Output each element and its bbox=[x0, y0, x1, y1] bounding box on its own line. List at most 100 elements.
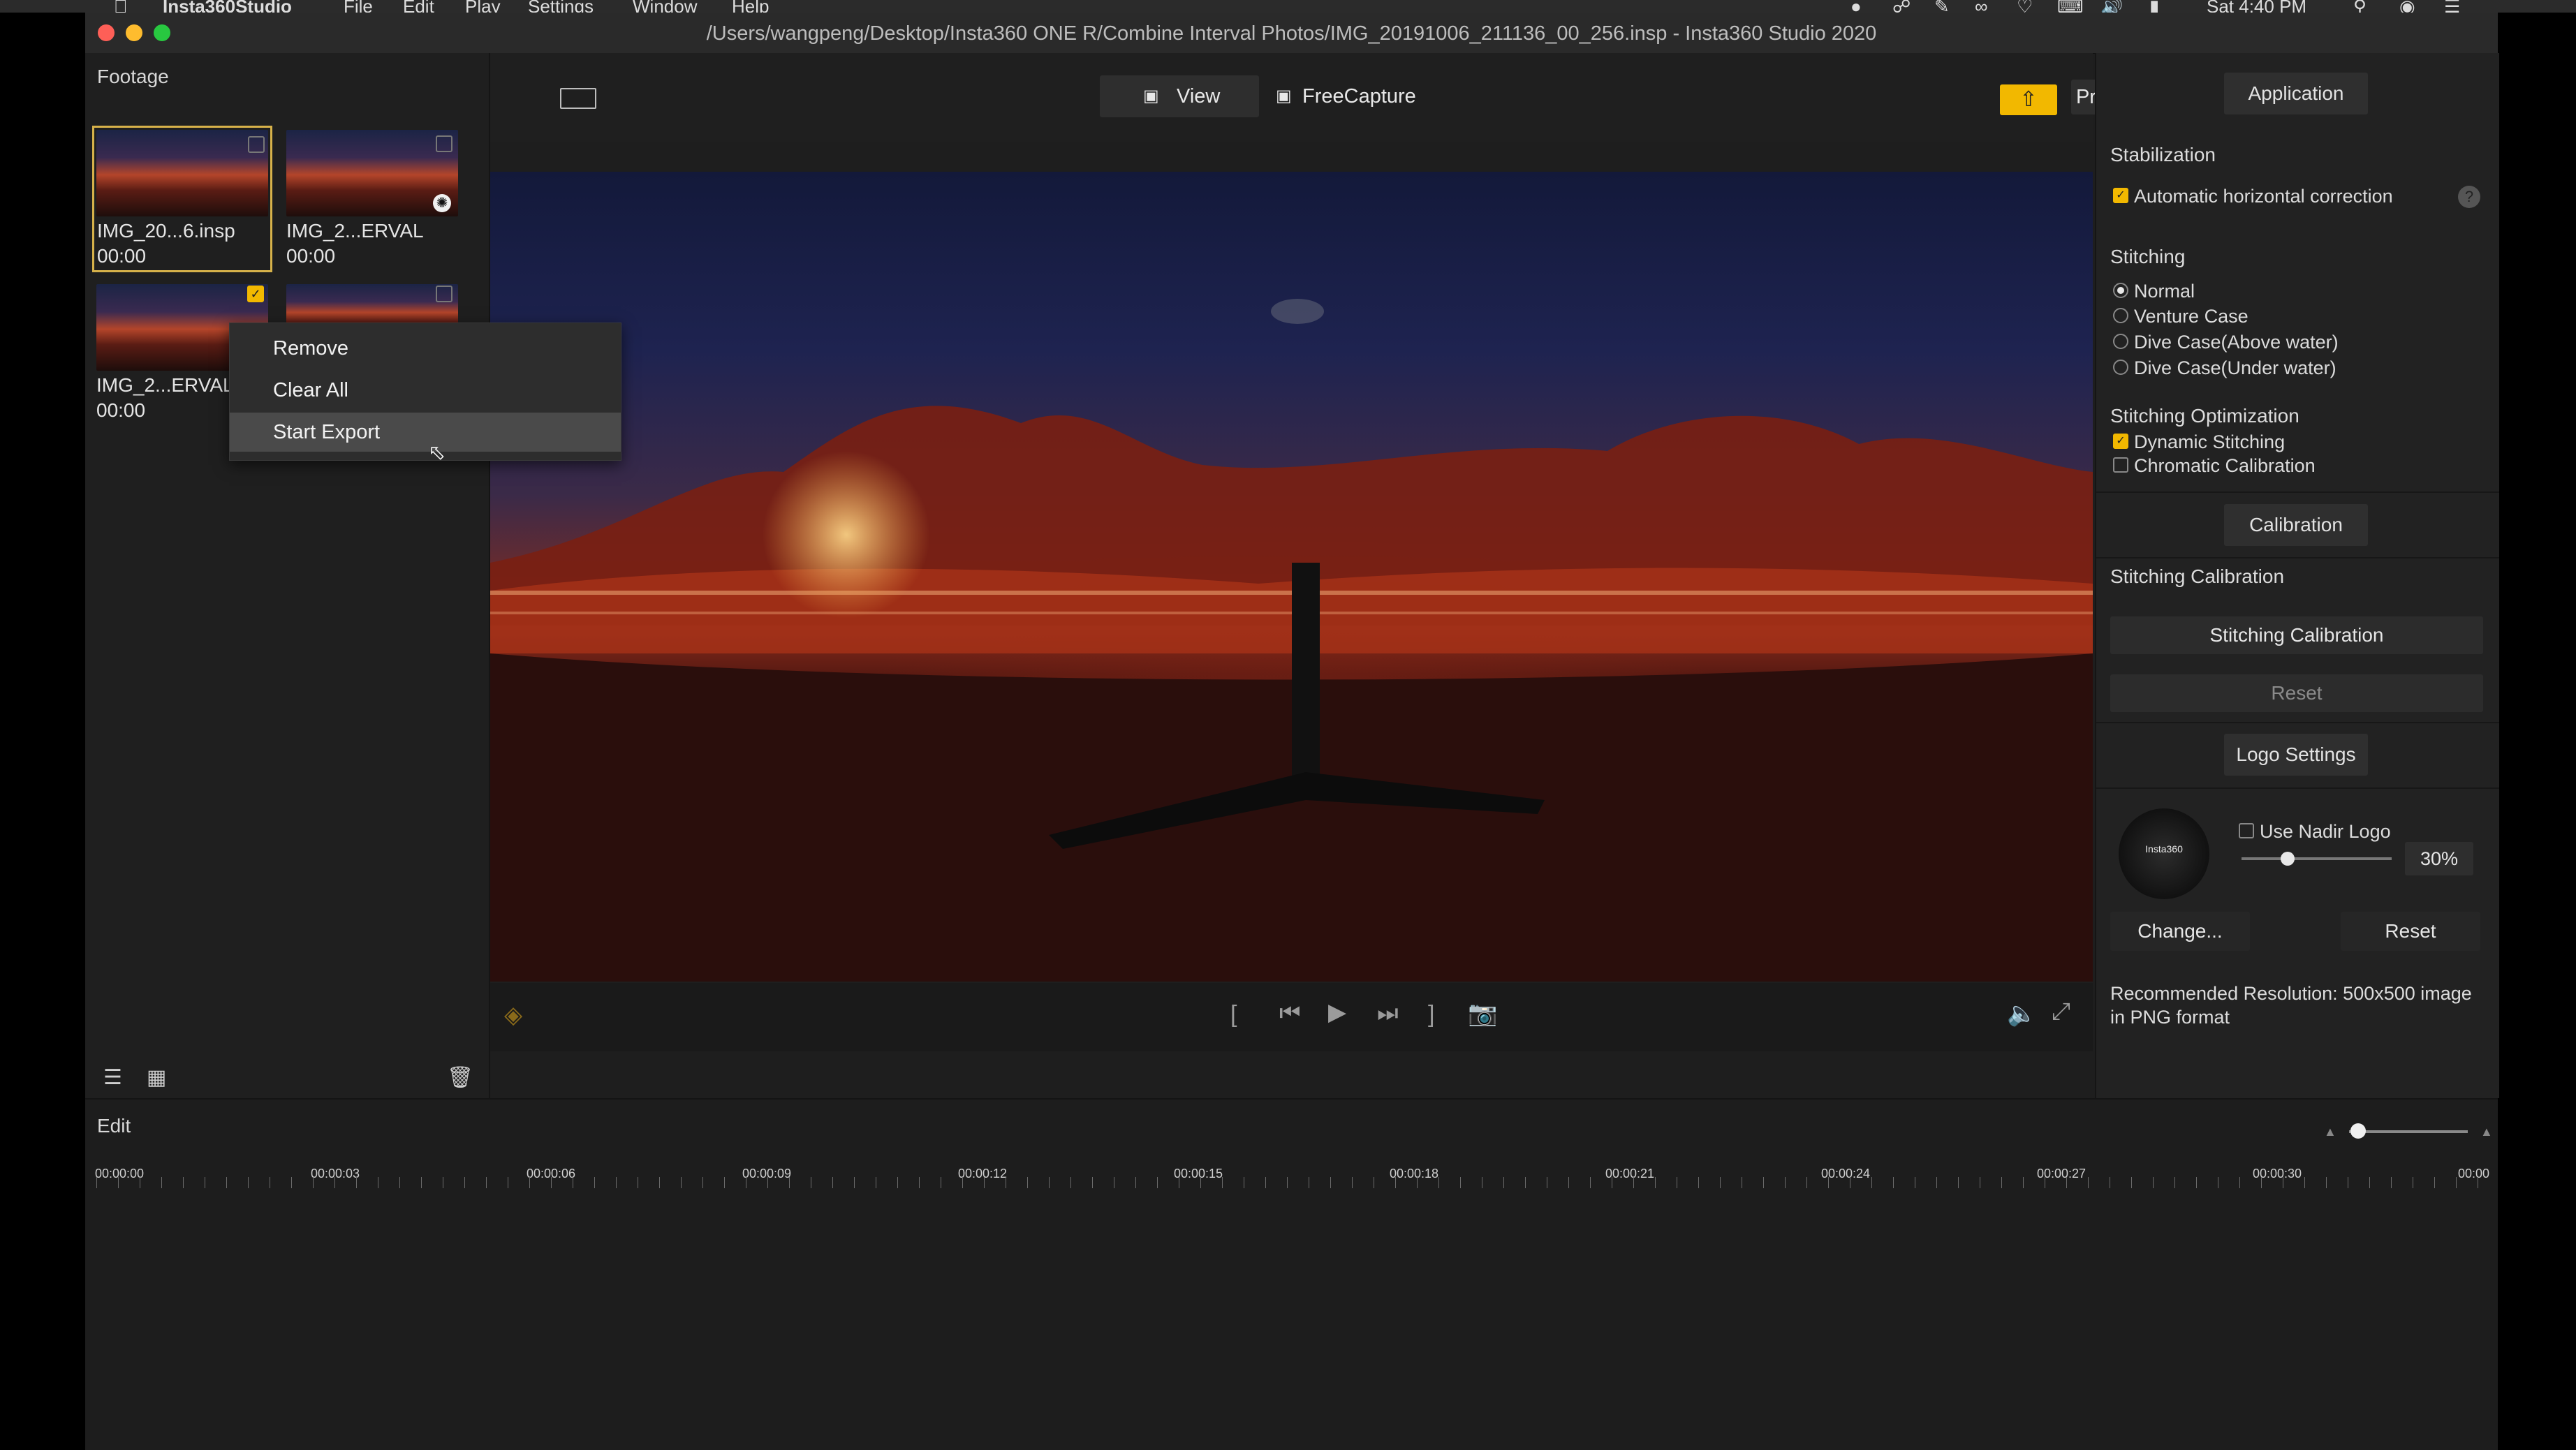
chromatic-calibration-checkbox[interactable]: Chromatic Calibration bbox=[2113, 455, 2316, 477]
edit-label: Edit bbox=[97, 1115, 131, 1137]
stitching-normal-radio[interactable]: Normal bbox=[2113, 281, 2195, 302]
footage-checkbox[interactable] bbox=[436, 135, 452, 152]
checkbox-label: Chromatic Calibration bbox=[2134, 455, 2316, 476]
footage-thumbnail bbox=[96, 130, 268, 216]
play-icon[interactable]: ▶ bbox=[1328, 998, 1346, 1026]
timeline-zoom-slider-handle[interactable] bbox=[2350, 1123, 2366, 1139]
footage-panel: Footage IMG_20...6.insp 00:00 ✺ IMG_2...… bbox=[85, 53, 490, 1098]
window-title: /Users/wangpeng/Desktop/Insta360 ONE R/C… bbox=[706, 22, 1877, 45]
macos-menu-bar:  Insta360Studio File Edit Play Settings… bbox=[0, 0, 2576, 17]
stitching-calibration-label: Stitching Calibration bbox=[2110, 565, 2285, 587]
menu-item-label: Start Export bbox=[273, 421, 381, 443]
trash-icon[interactable]: 🗑 bbox=[447, 1065, 473, 1090]
next-icon[interactable]: ⏭ bbox=[1377, 1000, 1399, 1027]
menu-item-remove[interactable]: Remove bbox=[230, 329, 621, 368]
menu-item-start-export[interactable]: Start Export bbox=[230, 413, 621, 452]
menu-item-clear-all[interactable]: Clear All bbox=[230, 371, 621, 410]
mouse-cursor-icon: ⬁ bbox=[428, 441, 446, 464]
panorama-preview[interactable] bbox=[490, 172, 2093, 982]
dynamic-stitching-checkbox[interactable]: ✓ Dynamic Stitching bbox=[2113, 431, 2285, 453]
keyframe-icon[interactable]: ◈ bbox=[504, 1001, 522, 1029]
radio-label: Venture Case bbox=[2134, 306, 2249, 327]
stitching-dive-under-radio[interactable]: Dive Case(Under water) bbox=[2113, 357, 2336, 379]
calibration-tab[interactable]: Calibration bbox=[2224, 504, 2368, 546]
logo-size-slider-track[interactable] bbox=[2242, 857, 2392, 860]
preview-scene bbox=[490, 299, 2093, 982]
previous-icon[interactable]: ⏮ bbox=[1279, 1000, 1301, 1027]
checkbox-icon bbox=[2113, 457, 2128, 473]
view-tab-label: View bbox=[1177, 85, 1221, 108]
footage-checkbox[interactable] bbox=[436, 286, 452, 302]
ground-shape bbox=[490, 653, 2093, 982]
footage-name: IMG_20...6.insp bbox=[97, 220, 235, 242]
timeline-zoom-slider-track[interactable] bbox=[2349, 1130, 2468, 1133]
stitching-venture-radio[interactable]: Venture Case bbox=[2113, 306, 2249, 327]
zoom-in-icon[interactable]: ▲ bbox=[2480, 1125, 2493, 1139]
timeline-ruler[interactable] bbox=[96, 1177, 2488, 1188]
radio-label: Normal bbox=[2134, 281, 2195, 302]
recommended-resolution-text: Recommended Resolution: 500x500 image in… bbox=[2110, 983, 2472, 1028]
footage-item[interactable]: ✺ IMG_2...ERVAL 00:00 bbox=[282, 126, 462, 272]
checkbox-label: Use Nadir Logo bbox=[2260, 821, 2391, 842]
fullscreen-icon[interactable]: ⤢ bbox=[2052, 998, 2070, 1026]
footage-name: IMG_2...ERVAL bbox=[286, 220, 424, 242]
checkbox-checked-icon: ✓ bbox=[2113, 187, 2128, 203]
moon-glow bbox=[1271, 299, 1324, 324]
stabilization-label: Stabilization bbox=[2110, 144, 2216, 165]
divider bbox=[2096, 787, 2499, 789]
context-menu: Remove Clear All Start Export ⬁ bbox=[229, 323, 621, 464]
playback-controls: ◈ [ ⏮ ▶ ⏭ ] 📷 🔈 ⤢ bbox=[490, 983, 2093, 1051]
footage-time: 00:00 bbox=[97, 245, 147, 267]
radio-icon bbox=[2113, 333, 2128, 349]
logo-size-slider-handle[interactable] bbox=[2281, 852, 2295, 866]
app-window: /Users/wangpeng/Desktop/Insta360 ONE R/C… bbox=[85, 13, 2499, 1450]
help-icon[interactable]: ? bbox=[2458, 186, 2480, 208]
checkbox-label: Dynamic Stitching bbox=[2134, 431, 2286, 452]
zoom-out-icon[interactable]: ▲ bbox=[2324, 1125, 2338, 1139]
footage-checkbox[interactable]: ✓ bbox=[247, 286, 264, 302]
use-nadir-logo-checkbox[interactable]: Use Nadir Logo bbox=[2239, 821, 2391, 843]
freecapture-tab-label: FreeCapture bbox=[1302, 85, 1416, 108]
mark-out-icon[interactable]: ] bbox=[1428, 1001, 1434, 1028]
snapshot-camera-icon[interactable]: 📷 bbox=[1468, 1000, 1497, 1028]
grid-view-icon[interactable]: ▦ bbox=[147, 1065, 166, 1090]
logo-settings-tab[interactable]: Logo Settings bbox=[2224, 734, 2368, 776]
freecapture-tab[interactable]: ▣ FreeCapture bbox=[1267, 75, 1427, 117]
mark-in-icon[interactable]: [ bbox=[1230, 1001, 1237, 1028]
top-toolbar: ▣ View ▣ FreeCapture ⇧ Progress bbox=[490, 53, 2162, 142]
stitching-label: Stitching bbox=[2110, 246, 2186, 267]
auto-horizontal-checkbox[interactable]: ✓ Automatic horizontal correction bbox=[2113, 186, 2393, 207]
footage-checkbox[interactable] bbox=[248, 136, 265, 153]
radio-label: Dive Case(Above water) bbox=[2134, 332, 2339, 353]
edit-timeline-panel: Edit ▲ ▲ 00:00:00 00:00:03 00:00:06 00:0… bbox=[85, 1098, 2498, 1450]
footage-time: 00:00 bbox=[96, 399, 146, 421]
footage-item[interactable]: IMG_20...6.insp 00:00 bbox=[92, 126, 272, 272]
auto-horizontal-label: Automatic horizontal correction bbox=[2134, 186, 2393, 207]
footage-time: 00:00 bbox=[286, 245, 336, 267]
change-logo-button[interactable]: Change... bbox=[2110, 912, 2250, 951]
stitching-calibration-button[interactable]: Stitching Calibration bbox=[2110, 616, 2483, 654]
application-tab[interactable]: Application bbox=[2224, 73, 2368, 114]
volume-icon[interactable]: 🔈 bbox=[2007, 1000, 2036, 1028]
radio-icon bbox=[2113, 307, 2128, 323]
tripod-pole bbox=[1292, 563, 1320, 786]
nadir-logo-preview: Insta360 bbox=[2119, 808, 2209, 899]
nadir-logo-text: Insta360 bbox=[2145, 843, 2183, 855]
lamp-glow bbox=[763, 451, 930, 619]
view-tab[interactable]: ▣ View bbox=[1100, 75, 1259, 117]
logo-size-value[interactable]: 30% bbox=[2405, 842, 2473, 875]
fence-rail bbox=[490, 591, 2093, 595]
reset-calibration-button[interactable]: Reset bbox=[2110, 674, 2483, 712]
fence-rail bbox=[490, 612, 2093, 614]
reset-logo-button[interactable]: Reset bbox=[2341, 912, 2480, 951]
radio-icon bbox=[2113, 359, 2128, 375]
settings-panel: Application Stabilization ✓ Automatic hor… bbox=[2095, 53, 2499, 1098]
export-icon[interactable]: ⇧ bbox=[2000, 84, 2057, 115]
freecapture-icon: ▣ bbox=[1276, 87, 1292, 105]
aspect-ratio-icon[interactable] bbox=[560, 88, 596, 109]
checkbox-checked-icon: ✓ bbox=[2113, 433, 2128, 449]
list-view-icon[interactable]: ☰ bbox=[103, 1065, 122, 1090]
radio-label: Dive Case(Under water) bbox=[2134, 357, 2336, 378]
stitching-dive-above-radio[interactable]: Dive Case(Above water) bbox=[2113, 332, 2339, 353]
radio-selected-icon bbox=[2113, 282, 2128, 298]
